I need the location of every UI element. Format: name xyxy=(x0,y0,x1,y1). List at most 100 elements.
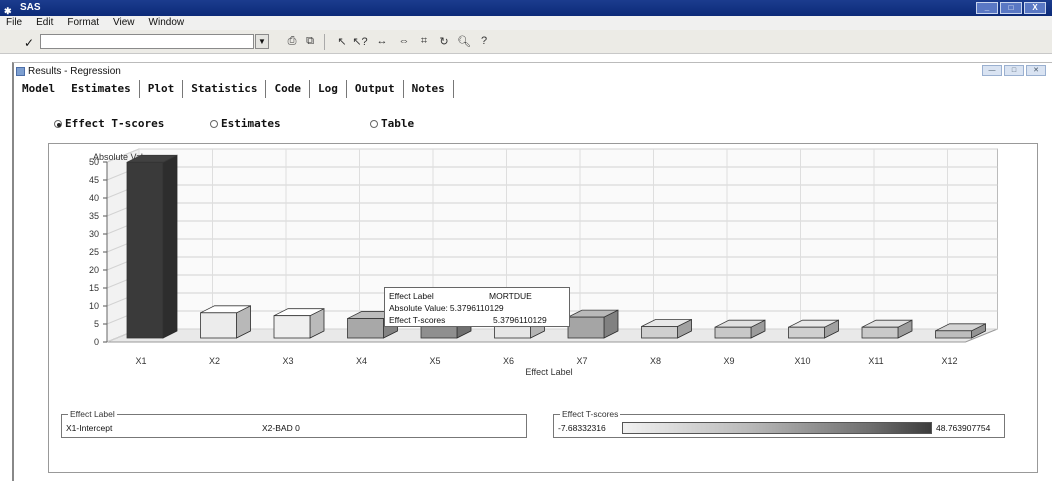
app-title-bar: ✱ SAS _ □ X xyxy=(0,0,1052,16)
print-icon[interactable]: ⎙ xyxy=(284,35,300,48)
x-axis-label: Effect Label xyxy=(525,367,572,377)
tab-estimates[interactable]: Estimates xyxy=(63,80,140,98)
tooltip-label-key: Effect Label xyxy=(389,291,434,301)
bar-chart: 05101520253035404550Absolute ValueX1 X2 X3… xyxy=(89,148,998,377)
minimize-icon[interactable]: — xyxy=(982,65,1002,76)
menu-view[interactable]: View xyxy=(113,16,135,30)
t-scores-legend: Effect T-scores -7.68332316 48.763907754 xyxy=(553,409,1005,438)
t-scores-gradient xyxy=(622,422,932,434)
radio-dot-icon xyxy=(54,120,62,128)
bar-x8 xyxy=(641,326,678,339)
display-options: Effect T-scores Estimates Table xyxy=(14,115,614,133)
tooltip-label-value: MORTDUE xyxy=(489,291,532,301)
results-window: Results - Regression — □ ✕ Model Estimat… xyxy=(12,62,1052,481)
menu-edit[interactable]: Edit xyxy=(36,16,53,30)
t-scores-legend-caption: Effect T-scores xyxy=(560,409,621,419)
x-tick-label: X6 xyxy=(503,356,514,366)
bar-side-x1 xyxy=(162,154,178,339)
minimize-icon[interactable]: _ xyxy=(976,2,998,14)
toolbar-divider xyxy=(324,34,325,50)
effect-label-legend-caption: Effect Label xyxy=(68,409,117,419)
tab-plot[interactable]: Plot xyxy=(140,80,184,98)
bar-x12 xyxy=(935,330,972,339)
bar-x7 xyxy=(567,316,605,339)
radio-table[interactable]: Table xyxy=(370,117,414,130)
menu-window[interactable]: Window xyxy=(149,16,185,30)
y-tick-label: 30 xyxy=(89,229,99,239)
command-input[interactable] xyxy=(40,34,254,49)
x-tick-label: X10 xyxy=(794,356,810,366)
bar-x1 xyxy=(126,161,164,339)
tooltip-t-key: Effect T-scores xyxy=(389,315,446,325)
x-tick-label: X8 xyxy=(650,356,661,366)
bar-x3 xyxy=(273,315,311,339)
menu-format[interactable]: Format xyxy=(67,16,99,30)
bar-x4 xyxy=(347,318,384,339)
y-tick-label: 20 xyxy=(89,265,99,275)
shapes-icon[interactable]: ⌗ xyxy=(416,35,432,48)
radio-dot-icon xyxy=(210,120,218,128)
bar-x10 xyxy=(788,326,825,339)
bar-x11 xyxy=(861,326,899,339)
y-tick-label: 15 xyxy=(89,283,99,293)
t-scores-min: -7.68332316 xyxy=(558,423,606,433)
y-tick-label: 5 xyxy=(94,319,99,329)
t-scores-max: 48.763907754 xyxy=(936,423,991,433)
window-icon xyxy=(16,67,25,76)
x-tick-label: X1 xyxy=(135,356,146,366)
maximize-icon[interactable]: □ xyxy=(1004,65,1024,76)
x-tick-label: X12 xyxy=(941,356,957,366)
tab-notes[interactable]: Notes xyxy=(404,80,454,98)
window-controls: _ □ X xyxy=(976,2,1046,14)
x-tick-label: X9 xyxy=(723,356,734,366)
effect-label-legend: Effect Label X1-Intercept X2-BAD 0 xyxy=(61,409,527,438)
x-tick-label: X7 xyxy=(576,356,587,366)
toolbar: ✓ ▼ ⎙ ⧉ ↖ ↖? ↔ ⇔ ⌗ ↻ 🔍︎ ? xyxy=(0,30,1052,54)
tab-statistics[interactable]: Statistics xyxy=(183,80,267,98)
x-tick-label: X2 xyxy=(209,356,220,366)
copy-icon[interactable]: ⧉ xyxy=(302,35,318,48)
y-tick-label: 0 xyxy=(94,337,99,347)
results-tabs: Model Estimates Plot Statistics Code Log… xyxy=(14,80,454,98)
results-window-controls: — □ ✕ xyxy=(982,65,1046,76)
menu-bar: File Edit Format View Window xyxy=(0,16,1052,30)
check-icon[interactable]: ✓ xyxy=(24,36,34,50)
y-tick-label: 25 xyxy=(89,247,99,257)
tooltip-t-value: 5.3796110129 xyxy=(493,315,547,325)
data-tooltip: Effect Label MORTDUE Absolute Value: 5.379… xyxy=(384,287,570,327)
close-icon[interactable]: ✕ xyxy=(1026,65,1046,76)
legend-item-x2: X2-BAD 0 xyxy=(262,423,300,433)
radio-dot-icon xyxy=(370,120,378,128)
tab-log[interactable]: Log xyxy=(310,80,347,98)
link-icon[interactable]: ⇔ xyxy=(396,35,412,47)
move-icon[interactable]: ↔ xyxy=(374,35,390,47)
tooltip-abs-key: Absolute Value: xyxy=(389,303,448,313)
tab-model[interactable]: Model xyxy=(14,80,63,98)
x-tick-label: X5 xyxy=(429,356,440,366)
chevron-down-icon[interactable]: ▼ xyxy=(255,34,269,49)
results-window-title: Results - Regression — □ ✕ xyxy=(14,63,1052,80)
tooltip-abs-value: 5.3796110129 xyxy=(449,303,504,313)
radio-effect-t-scores[interactable]: Effect T-scores xyxy=(54,117,164,130)
plot-panel: 0 5 10 15 20 25 30 35 40 45 50 Absolute Value X1 X2 X3… xyxy=(48,143,1038,473)
legend-item-x1: X1-Intercept xyxy=(66,423,113,433)
y-tick-label: 10 xyxy=(89,301,99,311)
help-pointer-icon[interactable]: ↖? xyxy=(352,35,368,48)
tab-code[interactable]: Code xyxy=(266,80,310,98)
x-tick-label: X11 xyxy=(868,356,883,366)
x-tick-label: X4 xyxy=(356,356,367,366)
radio-estimates[interactable]: Estimates xyxy=(210,117,281,130)
pointer-icon[interactable]: ↖ xyxy=(334,35,350,48)
zoom-icon[interactable]: 🔍︎ xyxy=(456,35,472,48)
menu-file[interactable]: File xyxy=(6,16,22,30)
maximize-icon[interactable]: □ xyxy=(1000,2,1022,14)
help-icon[interactable]: ? xyxy=(476,35,492,47)
rotate-icon[interactable]: ↻ xyxy=(436,35,452,48)
tab-output[interactable]: Output xyxy=(347,80,404,98)
bar-x2 xyxy=(200,312,237,339)
y-tick-label: 40 xyxy=(89,193,99,203)
x-tick-label: X3 xyxy=(282,356,293,366)
y-tick-label: 35 xyxy=(89,211,99,221)
close-icon[interactable]: X xyxy=(1024,2,1046,14)
app-title: SAS xyxy=(20,2,41,13)
